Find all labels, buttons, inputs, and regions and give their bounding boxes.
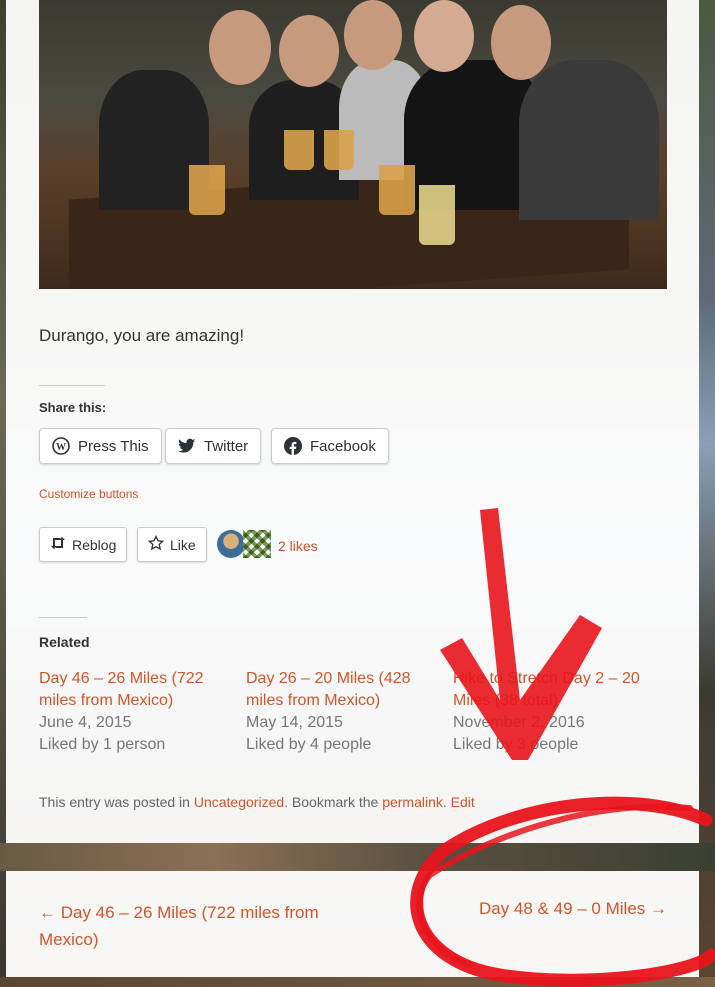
facebook-button[interactable]: Facebook — [271, 428, 389, 464]
entry-meta-prefix: This entry was posted in — [39, 794, 194, 810]
liker-avatars — [217, 530, 271, 558]
reblog-label: Reblog — [72, 536, 117, 553]
photo-face — [209, 10, 271, 85]
likes-count[interactable]: 2 likes — [278, 538, 318, 554]
related-item-likes: Liked by 4 people — [246, 736, 372, 753]
related-item: Day 46 – 26 Miles (722 miles from Mexico… — [39, 668, 229, 756]
press-this-button[interactable]: W Press This — [39, 428, 162, 464]
photo-face — [344, 0, 402, 70]
permalink-link[interactable]: permalink — [382, 794, 443, 810]
related-item-date: June 4, 2015 — [39, 714, 132, 731]
post-card: Durango, you are amazing! Share this: W … — [6, 0, 699, 843]
related-heading: Related — [39, 634, 90, 650]
photo-cup — [324, 130, 354, 170]
related-item: Hike to Stretch Day 2 – 20 Miles (38 tot… — [453, 668, 643, 756]
press-this-label: Press This — [78, 437, 149, 455]
reblog-button[interactable]: Reblog — [39, 527, 128, 562]
share-heading: Share this: — [39, 400, 107, 415]
photo-cup — [379, 165, 415, 215]
related-item-title[interactable]: Hike to Stretch Day 2 – 20 Miles (38 tot… — [453, 668, 643, 712]
twitter-label: Twitter — [204, 437, 249, 455]
photo-face — [491, 5, 551, 80]
photo-cup — [189, 165, 225, 215]
facebook-icon — [284, 437, 302, 455]
star-icon — [147, 534, 165, 554]
share-divider — [39, 385, 105, 386]
background-bottom — [0, 977, 715, 987]
background-gap — [0, 843, 715, 871]
post-photo — [39, 0, 667, 289]
entry-meta-middle: . Bookmark the — [284, 794, 383, 810]
twitter-button[interactable]: Twitter — [165, 428, 262, 464]
like-label: Like — [170, 536, 196, 553]
entry-meta-dot: . — [442, 794, 447, 810]
category-link[interactable]: Uncategorized — [194, 794, 284, 810]
background-edge-right — [699, 0, 715, 987]
facebook-label: Facebook — [310, 437, 376, 455]
post-navigation: ← Day 46 – 26 Miles (722 miles from Mexi… — [6, 871, 699, 977]
entry-meta: This entry was posted in Uncategorized. … — [39, 794, 475, 810]
related-item: Day 26 – 20 Miles (428 miles from Mexico… — [246, 668, 436, 756]
photo-cup — [419, 185, 455, 245]
customize-buttons-link[interactable]: Customize buttons — [39, 487, 138, 501]
photo-person — [519, 60, 659, 220]
related-divider — [39, 617, 87, 618]
photo-face — [279, 15, 339, 87]
avatar[interactable] — [243, 530, 271, 558]
related-item-likes: Liked by 3 people — [453, 736, 579, 753]
related-item-date: May 14, 2015 — [246, 714, 343, 731]
like-button[interactable]: Like — [137, 527, 207, 562]
reblog-icon — [50, 535, 66, 554]
next-post-link[interactable]: Day 48 & 49 – 0 Miles → — [479, 899, 667, 919]
previous-post-link[interactable]: ← Day 46 – 26 Miles (722 miles from Mexi… — [39, 899, 359, 953]
svg-text:W: W — [56, 442, 66, 453]
wordpress-icon: W — [52, 437, 70, 455]
photo-face — [414, 0, 474, 72]
related-item-date: November 2, 2016 — [453, 714, 585, 731]
related-item-title[interactable]: Day 46 – 26 Miles (722 miles from Mexico… — [39, 668, 229, 712]
photo-cup — [284, 130, 314, 170]
related-item-likes: Liked by 1 person — [39, 736, 166, 753]
avatar[interactable] — [217, 530, 245, 558]
post-caption: Durango, you are amazing! — [39, 326, 245, 345]
related-item-title[interactable]: Day 26 – 20 Miles (428 miles from Mexico… — [246, 668, 436, 712]
edit-link[interactable]: Edit — [451, 794, 475, 810]
twitter-icon — [178, 437, 196, 455]
